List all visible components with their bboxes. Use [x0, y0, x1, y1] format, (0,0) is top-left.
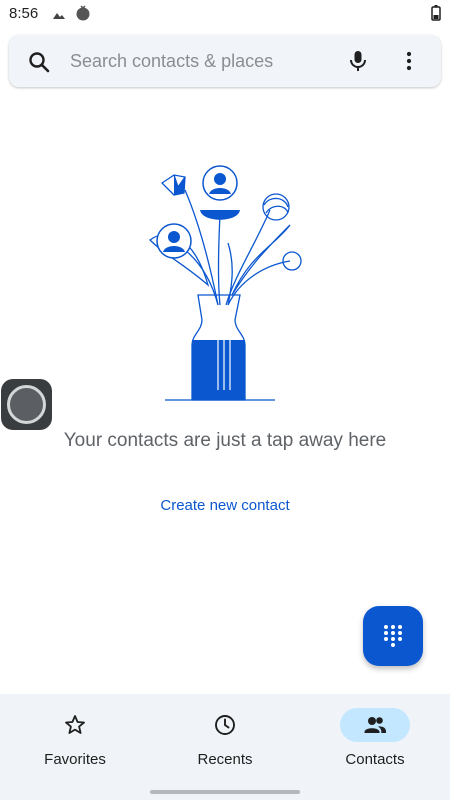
- search-bar[interactable]: Search contacts & places: [9, 35, 441, 87]
- more-vertical-icon[interactable]: [405, 51, 413, 76]
- microphone-icon[interactable]: [347, 49, 369, 78]
- dialpad-icon: [384, 625, 402, 647]
- nav-item-favorites[interactable]: Favorites: [0, 694, 150, 794]
- nav-label-contacts: Contacts: [345, 751, 405, 768]
- nav-pill-favorites: [40, 708, 110, 742]
- signal-triangle-icon: [52, 7, 66, 25]
- vase-with-flowers-contacts-illustration: [140, 155, 310, 405]
- create-new-contact-link[interactable]: Create new contact: [100, 497, 350, 514]
- gesture-navigation-bar[interactable]: [150, 790, 300, 794]
- people-icon: [364, 717, 386, 733]
- empty-state-message: Your contacts are just a tap away here: [63, 430, 387, 451]
- status-bar: 8:56: [0, 0, 450, 28]
- floating-assistant-bubble[interactable]: [1, 379, 52, 430]
- nav-item-contacts[interactable]: Contacts: [300, 694, 450, 794]
- clock-icon: [215, 715, 235, 735]
- star-icon: [65, 715, 85, 734]
- search-input[interactable]: Search contacts & places: [70, 51, 273, 72]
- nav-label-recents: Recents: [197, 751, 253, 768]
- nav-pill-contacts: [340, 708, 410, 742]
- bottom-navigation: Favorites Recents Contacts: [0, 694, 450, 800]
- assistant-ring-icon: [7, 385, 46, 424]
- dialpad-button[interactable]: [363, 606, 423, 666]
- battery-icon: [431, 5, 441, 26]
- status-time: 8:56: [9, 5, 39, 22]
- nav-label-favorites: Favorites: [44, 751, 106, 768]
- search-icon[interactable]: [28, 51, 50, 78]
- nav-item-recents[interactable]: Recents: [150, 694, 300, 794]
- notification-dot-icon: [75, 5, 91, 26]
- nav-pill-recents: [190, 708, 260, 742]
